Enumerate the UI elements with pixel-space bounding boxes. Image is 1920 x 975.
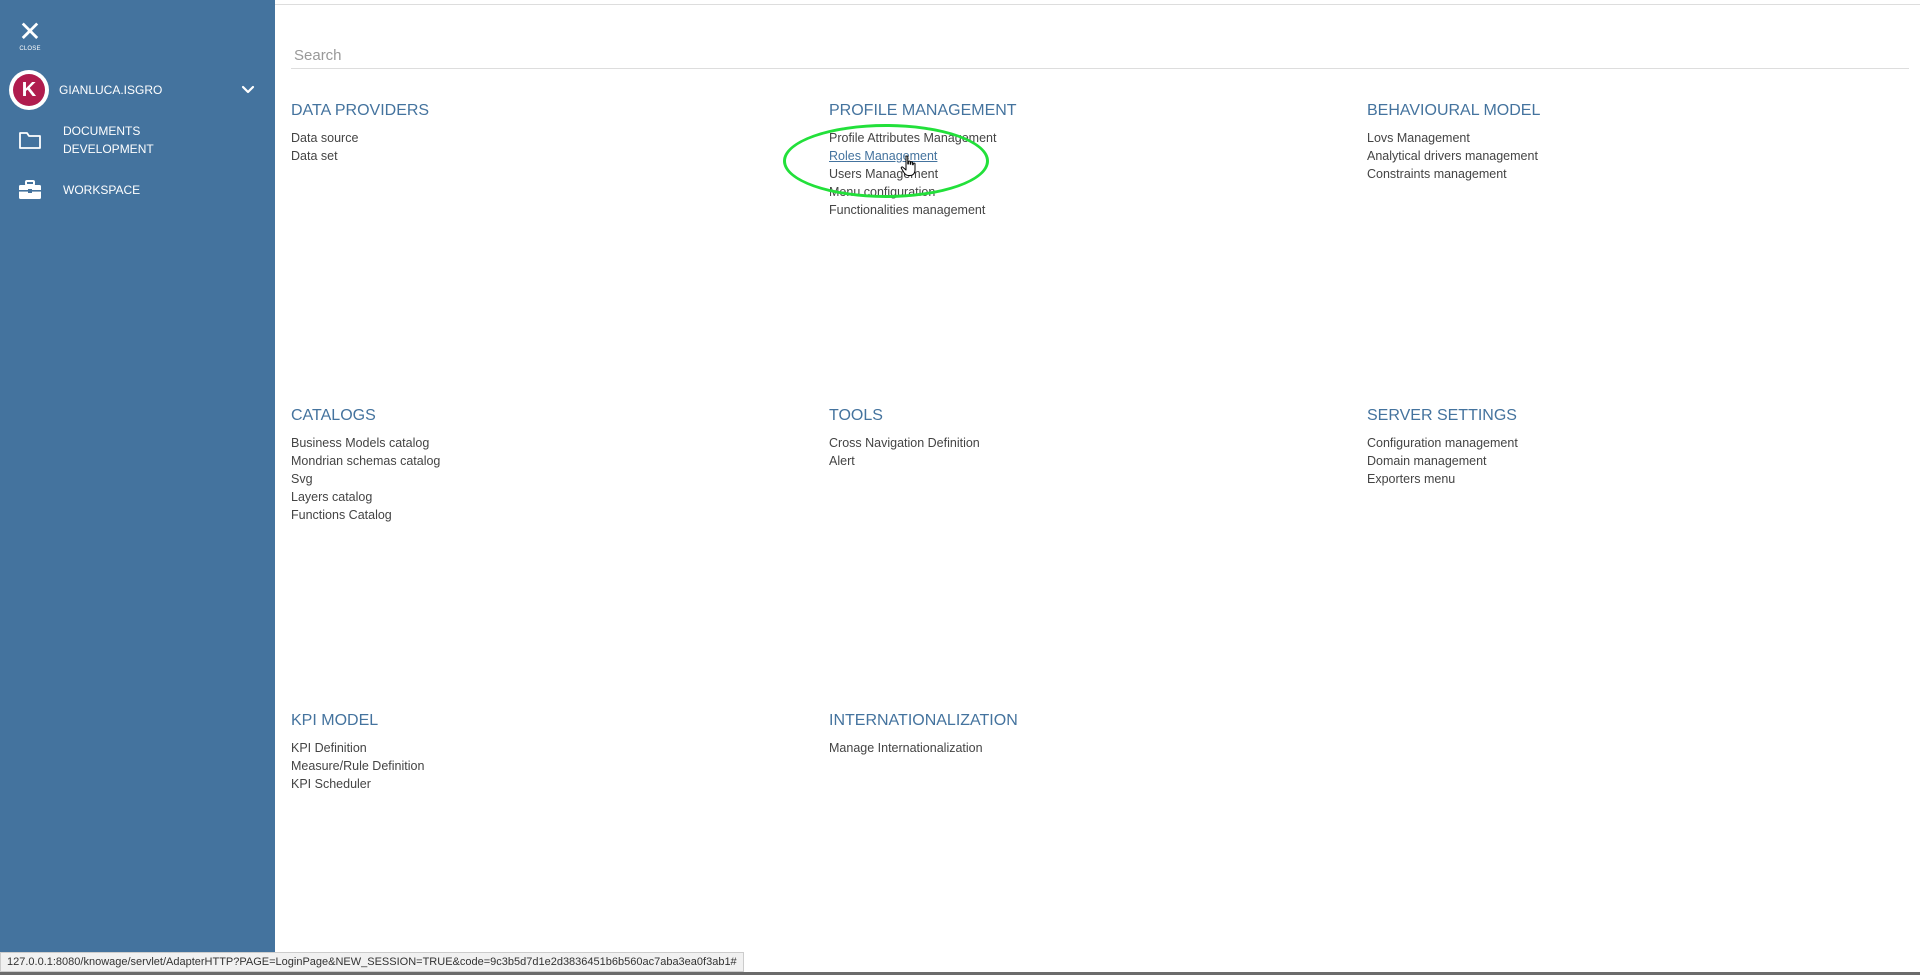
menu-link-manage-internationalization[interactable]: Manage Internationalization [829,739,1329,757]
user-name: GIANLUCA.ISGRO [59,83,163,97]
menu-link-data-set[interactable]: Data set [291,147,791,165]
menu-link-data-source[interactable]: Data source [291,129,791,147]
section-title: BEHAVIOURAL MODEL [1367,102,1541,119]
menu-link-functionalities-management[interactable]: Functionalities management [829,201,1329,219]
section-title: SERVER SETTINGS [1367,407,1517,424]
close-icon: ✕ [18,15,42,48]
menu-link-constraints-management[interactable]: Constraints management [1367,165,1867,183]
section-title: PROFILE MANAGEMENT [829,102,1017,119]
menu-link-users-management[interactable]: Users Management [829,165,1329,183]
sidebar-item-documents-development[interactable]: DOCUMENTS DEVELOPMENT [16,122,183,158]
section-behavioural-model: BEHAVIOURAL MODEL Lovs Management Analyt… [1367,101,1867,183]
sidebar-item-label: DOCUMENTS DEVELOPMENT [63,124,154,156]
menu-link-exporters-menu[interactable]: Exporters menu [1367,470,1867,488]
menu-link-mondrian-schemas-catalog[interactable]: Mondrian schemas catalog [291,452,791,470]
section-title: DATA PROVIDERS [291,102,430,119]
menu-link-menu-configuration[interactable]: Menu configuration [829,183,1329,201]
menu-link-domain-management[interactable]: Domain management [1367,452,1867,470]
sidebar: ✕ CLOSE K GIANLUCA.ISGRO DOCUMENTS DEVEL… [0,0,275,975]
menu-link-cross-navigation-definition[interactable]: Cross Navigation Definition [829,434,1329,452]
section-kpi-model: KPI MODEL KPI Definition Measure/Rule De… [291,711,791,793]
menu-link-roles-management[interactable]: Roles Management [829,147,1329,165]
search-input[interactable] [291,42,1909,69]
menu-link-lovs-management[interactable]: Lovs Management [1367,129,1867,147]
knowage-logo-icon: K [13,74,45,106]
section-internationalization: INTERNATIONALIZATION Manage Internationa… [829,711,1329,757]
section-data-providers: DATA PROVIDERS Data source Data set [291,101,791,165]
menu-link-alert[interactable]: Alert [829,452,1329,470]
section-catalogs: CATALOGS Business Models catalog Mondria… [291,406,791,524]
menu-link-kpi-definition[interactable]: KPI Definition [291,739,791,757]
menu-link-kpi-scheduler[interactable]: KPI Scheduler [291,775,791,793]
menu-link-measure-rule-definition[interactable]: Measure/Rule Definition [291,757,791,775]
briefcase-icon [16,178,44,202]
menu-link-functions-catalog[interactable]: Functions Catalog [291,506,791,524]
menu-link-analytical-drivers-management[interactable]: Analytical drivers management [1367,147,1867,165]
top-divider [275,4,1920,5]
menu-link-profile-attributes-management[interactable]: Profile Attributes Management [829,129,1329,147]
section-title: KPI MODEL [291,712,379,729]
section-title: CATALOGS [291,407,376,424]
sidebar-item-workspace[interactable]: WORKSPACE [16,178,183,202]
user-menu[interactable]: K GIANLUCA.ISGRO [9,70,265,110]
menu-link-configuration-management[interactable]: Configuration management [1367,434,1867,452]
close-label: CLOSE [19,46,41,52]
status-bar-url: 127.0.0.1:8080/knowage/servlet/AdapterHT… [0,952,744,972]
folder-icon [16,128,44,152]
menu-link-svg[interactable]: Svg [291,470,791,488]
section-profile-management: PROFILE MANAGEMENT Profile Attributes Ma… [829,101,1329,219]
close-button[interactable]: ✕ CLOSE [16,15,44,53]
section-server-settings: SERVER SETTINGS Configuration management… [1367,406,1867,488]
chevron-down-icon[interactable] [241,83,255,97]
avatar: K [9,70,49,110]
section-title: INTERNATIONALIZATION [829,712,1018,729]
section-tools: TOOLS Cross Navigation Definition Alert [829,406,1329,470]
menu-link-layers-catalog[interactable]: Layers catalog [291,488,791,506]
app-window: ✕ CLOSE K GIANLUCA.ISGRO DOCUMENTS DEVEL… [0,0,1920,975]
sidebar-item-label: WORKSPACE [63,183,141,197]
menu-link-business-models-catalog[interactable]: Business Models catalog [291,434,791,452]
section-title: TOOLS [829,407,883,424]
